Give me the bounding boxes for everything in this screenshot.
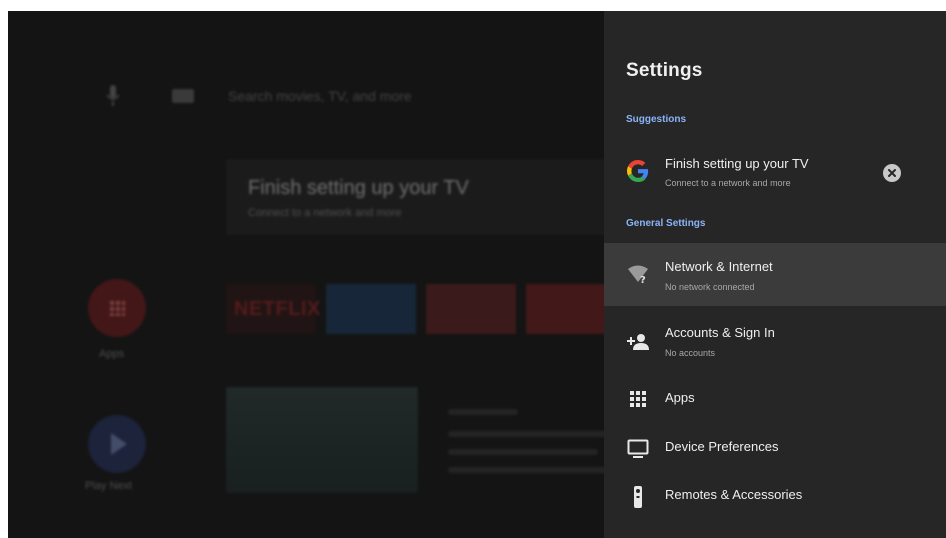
netflix-tile[interactable]: NETFLIX: [226, 284, 320, 334]
network-title: Network & Internet: [665, 259, 773, 274]
video-info-line: [448, 449, 598, 455]
settings-item-device-preferences[interactable]: Device Preferences: [604, 431, 946, 467]
setup-card-subtitle: Connect to a network and more: [248, 207, 402, 219]
settings-item-remotes[interactable]: Remotes & Accessories: [604, 480, 946, 516]
suggestions-section-label: Suggestions: [626, 114, 687, 125]
settings-header: Settings: [604, 11, 946, 103]
play-next-button[interactable]: [88, 415, 146, 473]
prime-video-tile[interactable]: [326, 284, 416, 334]
accounts-subtitle: No accounts: [665, 348, 716, 358]
home-screen-background: Search movies, TV, and more Finish setti…: [8, 11, 608, 538]
video-info-line: [448, 467, 608, 473]
remotes-title: Remotes & Accessories: [665, 487, 803, 502]
add-person-icon: [626, 330, 650, 354]
keyboard-icon[interactable]: [172, 89, 194, 103]
search-hint[interactable]: Search movies, TV, and more: [228, 88, 412, 104]
close-icon: [888, 169, 896, 177]
settings-title: Settings: [626, 60, 703, 81]
netflix-logo: NETFLIX: [234, 298, 321, 320]
google-g-icon: [626, 159, 650, 183]
tv-screen: Search movies, TV, and more Finish setti…: [8, 11, 946, 538]
apps-launcher-button[interactable]: [88, 279, 146, 337]
device-preferences-title: Device Preferences: [665, 439, 779, 454]
settings-panel: Settings Suggestions Finish setting up y…: [604, 11, 946, 538]
wifi-unknown-icon: ?: [626, 262, 650, 286]
video-info-line: [448, 431, 608, 437]
suggestion-subtitle: Connect to a network and more: [665, 178, 791, 188]
setup-card-title: Finish setting up your TV: [248, 177, 469, 199]
setup-card[interactable]: Finish setting up your TV Connect to a n…: [226, 159, 608, 235]
apps-grid-icon: [626, 387, 650, 411]
suggestion-finish-setup[interactable]: Finish setting up your TV Connect to a n…: [604, 151, 946, 199]
accounts-title: Accounts & Sign In: [665, 325, 775, 340]
suggestion-title: Finish setting up your TV: [665, 156, 809, 171]
remote-icon: [626, 485, 650, 509]
tv-app-tile[interactable]: [526, 284, 608, 334]
youtube-tile[interactable]: [426, 284, 516, 334]
network-subtitle: No network connected: [665, 282, 755, 292]
settings-item-network[interactable]: ? Network & Internet No network connecte…: [604, 243, 946, 306]
settings-item-accounts[interactable]: Accounts & Sign In No accounts: [604, 313, 946, 367]
play-next-label: Play Next: [85, 480, 133, 492]
apps-launcher-label: Apps: [99, 348, 125, 360]
settings-item-apps[interactable]: Apps: [604, 381, 946, 417]
tv-icon: [626, 437, 650, 461]
play-next-video-card[interactable]: [226, 387, 418, 493]
svg-text:?: ?: [640, 275, 646, 284]
microphone-icon[interactable]: [106, 85, 120, 107]
dismiss-suggestion-button[interactable]: [883, 164, 901, 182]
apps-title: Apps: [665, 390, 695, 405]
video-info-line: [448, 409, 518, 415]
general-settings-section-label: General Settings: [626, 218, 706, 229]
